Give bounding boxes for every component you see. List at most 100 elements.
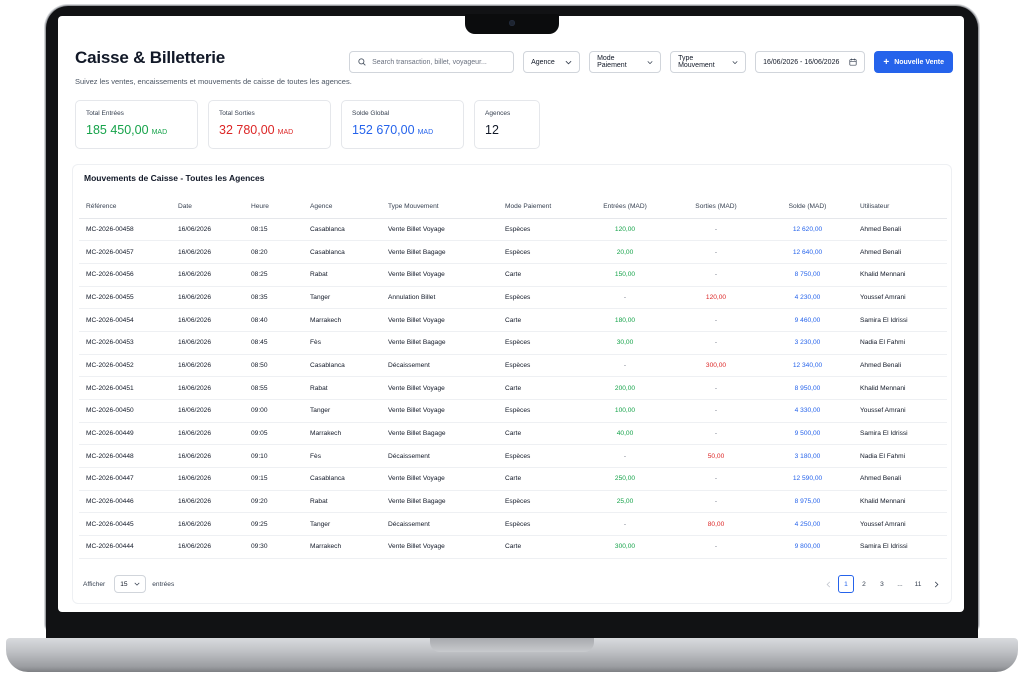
table-row[interactable]: MC-2026-00448 16/06/2026 09:10 Fès Décaissem… bbox=[79, 444, 947, 469]
cell-mode-paiement: Carte bbox=[498, 308, 580, 332]
cell-utilisateur: Samira El Idrissi bbox=[853, 535, 947, 559]
chevron-right-icon bbox=[934, 581, 938, 587]
cell-agence: Marrakech bbox=[303, 308, 381, 332]
date-range-value: 16/06/2026 - 16/06/2026 bbox=[763, 58, 840, 66]
column-header[interactable]: Heure bbox=[244, 196, 303, 219]
column-header[interactable]: Utilisateur bbox=[853, 196, 947, 219]
per-page-select[interactable]: 15 bbox=[114, 575, 147, 593]
column-header[interactable]: Sorties (MAD) bbox=[670, 196, 762, 219]
card-value: 185 450,00 MAD bbox=[86, 123, 187, 137]
laptop-hinge-notch bbox=[430, 638, 594, 652]
cell-entrees: 120,00 bbox=[580, 218, 670, 242]
column-header[interactable]: Référence bbox=[79, 196, 171, 219]
table-title: Mouvements de Caisse - Toutes les Agence… bbox=[84, 173, 265, 183]
cell-date: 16/06/2026 bbox=[171, 354, 244, 378]
column-header[interactable]: Entrées (MAD) bbox=[580, 196, 670, 219]
table-row[interactable]: MC-2026-00450 16/06/2026 09:00 Tanger Vente … bbox=[79, 399, 947, 423]
table-row[interactable]: MC-2026-00454 16/06/2026 08:40 Marrakech Ven… bbox=[79, 308, 947, 332]
cell-date: 16/06/2026 bbox=[171, 444, 244, 469]
cell-entrees: - bbox=[580, 286, 670, 310]
cell-entrees: 25,00 bbox=[580, 490, 670, 514]
cell-reference: MC-2026-00447 bbox=[79, 467, 171, 491]
date-range-picker[interactable]: 16/06/2026 - 16/06/2026 bbox=[755, 51, 866, 73]
card-unit: MAD bbox=[417, 129, 434, 136]
cell-reference: MC-2026-00448 bbox=[79, 444, 171, 469]
table-row[interactable]: MC-2026-00447 16/06/2026 09:15 Casablanca Ve… bbox=[79, 467, 947, 491]
agences-card: Agences 12 bbox=[474, 100, 540, 149]
next-page-button[interactable] bbox=[928, 575, 944, 593]
cell-agence: Tanger bbox=[303, 399, 381, 423]
agence-filter[interactable]: Agence bbox=[523, 51, 581, 73]
table-row[interactable]: MC-2026-00446 16/06/2026 09:20 Rabat Vente B… bbox=[79, 490, 947, 514]
cell-reference: MC-2026-00452 bbox=[79, 354, 171, 378]
cell-date: 16/06/2026 bbox=[171, 512, 244, 537]
table-row[interactable]: MC-2026-00452 16/06/2026 08:50 Casablanca Dé… bbox=[79, 354, 947, 378]
chevron-down-icon bbox=[732, 60, 738, 64]
chevron-down-icon bbox=[647, 60, 653, 64]
cell-utilisateur: Ahmed Benali bbox=[853, 240, 947, 264]
column-header[interactable]: Agence bbox=[303, 196, 381, 219]
cell-mode-paiement: Carte bbox=[498, 535, 580, 559]
cell-entrees: 20,00 bbox=[580, 240, 670, 264]
mode-paiement-filter[interactable]: Mode Paiement bbox=[589, 51, 662, 73]
cell-utilisateur: Nadia El Fahmi bbox=[853, 331, 947, 355]
table-row[interactable]: MC-2026-00455 16/06/2026 08:35 Tanger Annula… bbox=[79, 286, 947, 310]
page-button[interactable]: 3 bbox=[874, 575, 890, 593]
column-header[interactable]: Solde (MAD) bbox=[762, 196, 853, 219]
cell-sorties: 120,00 bbox=[670, 286, 762, 310]
cell-solde: 9 500,00 bbox=[762, 422, 853, 446]
cell-agence: Tanger bbox=[303, 286, 381, 310]
new-sale-button[interactable]: + Nouvelle Vente bbox=[874, 51, 953, 73]
prev-page-button[interactable] bbox=[820, 575, 836, 593]
cell-reference: MC-2026-00458 bbox=[79, 218, 171, 242]
table-row[interactable]: MC-2026-00456 16/06/2026 08:25 Rabat Vente B… bbox=[79, 263, 947, 287]
cell-type-mouvement: Vente Billet Voyage bbox=[381, 467, 498, 491]
table-row[interactable]: MC-2026-00449 16/06/2026 09:05 Marrakech Ven… bbox=[79, 422, 947, 446]
cell-heure: 08:20 bbox=[244, 240, 303, 264]
cell-utilisateur: Nadia El Fahmi bbox=[853, 444, 947, 469]
cell-mode-paiement: Espèces bbox=[498, 444, 580, 469]
plus-icon: + bbox=[883, 56, 890, 68]
cell-type-mouvement: Décaissement bbox=[381, 512, 498, 537]
search-input[interactable]: Search transaction, billet, voyageur... bbox=[349, 51, 515, 73]
cell-mode-paiement: Espèces bbox=[498, 399, 580, 423]
cell-sorties: - bbox=[670, 240, 762, 264]
cell-mode-paiement: Carte bbox=[498, 422, 580, 446]
cell-entrees: 100,00 bbox=[580, 399, 670, 423]
type-mouvement-filter[interactable]: Type Mouvement bbox=[670, 51, 747, 73]
page-subtitle: Suivez les ventes, encaissements et mouv… bbox=[75, 77, 352, 86]
agence-filter-label: Agence bbox=[531, 58, 555, 66]
new-sale-label: Nouvelle Vente bbox=[894, 58, 944, 66]
page-size-control: Afficher 15 entrées bbox=[83, 575, 174, 593]
table-row[interactable]: MC-2026-00457 16/06/2026 08:20 Casablanca Ve… bbox=[79, 240, 947, 264]
cell-heure: 09:30 bbox=[244, 535, 303, 559]
page-button[interactable]: 2 bbox=[856, 575, 872, 593]
mouvements-panel: Mouvements de Caisse - Toutes les Agence… bbox=[72, 164, 952, 604]
column-header[interactable]: Type Mouvement bbox=[381, 196, 498, 219]
camera-icon bbox=[509, 20, 515, 26]
table-row[interactable]: MC-2026-00453 16/06/2026 08:45 Fès Vente Bil… bbox=[79, 331, 947, 355]
cell-reference: MC-2026-00454 bbox=[79, 308, 171, 332]
laptop-bezel bbox=[46, 612, 978, 640]
cell-heure: 09:15 bbox=[244, 467, 303, 491]
table-row[interactable]: MC-2026-00444 16/06/2026 09:30 Marrakech Ven… bbox=[79, 535, 947, 559]
page-button[interactable]: 11 bbox=[910, 575, 926, 593]
laptop-mockup: Caisse & Billetterie Suivez les ventes, … bbox=[0, 0, 1024, 682]
table-header-row: Référence Date Heure Agence Type Mouveme… bbox=[79, 196, 947, 219]
table-row[interactable]: MC-2026-00458 16/06/2026 08:15 Casablanca Ve… bbox=[79, 218, 947, 242]
cell-mode-paiement: Espèces bbox=[498, 490, 580, 514]
cell-reference: MC-2026-00453 bbox=[79, 331, 171, 355]
chevron-down-icon bbox=[134, 582, 140, 586]
calendar-icon bbox=[849, 58, 857, 66]
type-mouvement-filter-label: Type Mouvement bbox=[678, 55, 715, 69]
column-header[interactable]: Date bbox=[171, 196, 244, 219]
cell-solde: 8 975,00 bbox=[762, 490, 853, 514]
table-row[interactable]: MC-2026-00451 16/06/2026 08:55 Rabat Vente B… bbox=[79, 376, 947, 400]
cell-reference: MC-2026-00445 bbox=[79, 512, 171, 537]
table-row[interactable]: MC-2026-00445 16/06/2026 09:25 Tanger Décais… bbox=[79, 512, 947, 537]
card-unit: MAD bbox=[151, 129, 168, 136]
page-button[interactable]: 1 bbox=[838, 575, 854, 593]
cell-type-mouvement: Annulation Billet bbox=[381, 286, 498, 310]
cell-utilisateur: Ahmed Benali bbox=[853, 218, 947, 242]
column-header[interactable]: Mode Paiement bbox=[498, 196, 580, 219]
